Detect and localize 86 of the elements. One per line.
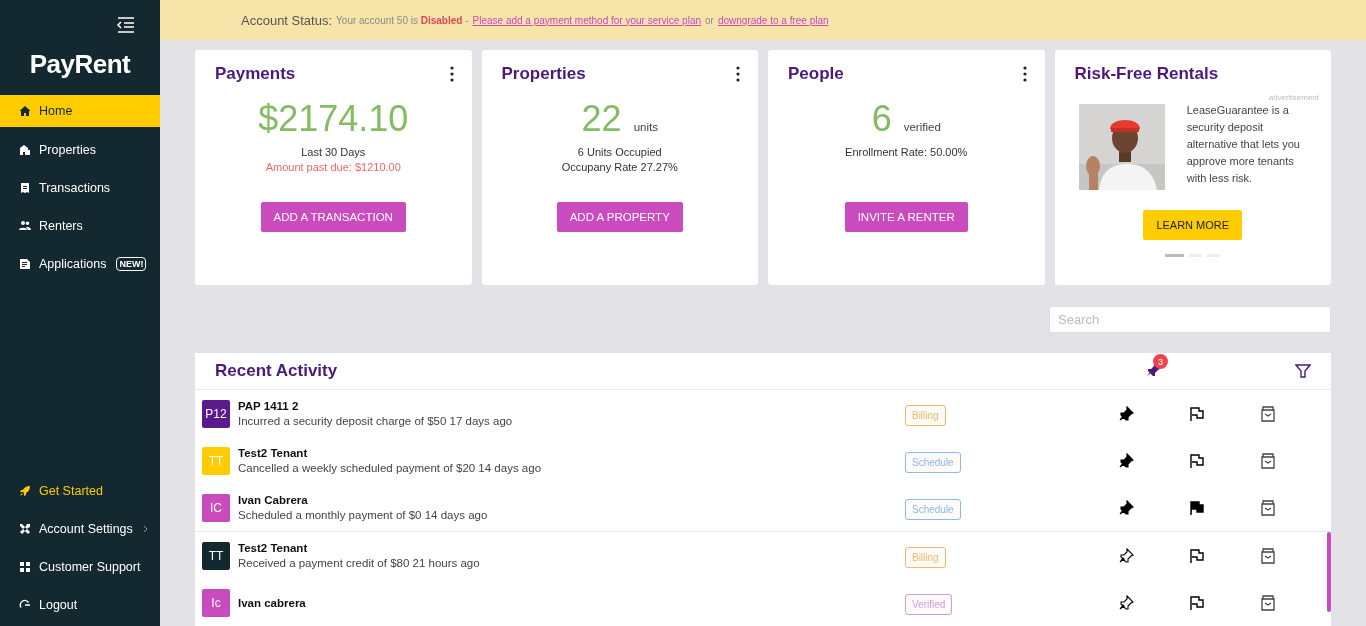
activity-description: Scheduled a monthly payment of $0 14 days ago [238,509,489,521]
nav-item[interactable]: Renters [0,207,160,245]
archive-icon[interactable] [1260,452,1276,469]
flag-icon[interactable] [1189,405,1205,422]
nav-item[interactable]: Logout [0,586,160,624]
activity-name[interactable]: PAP 1411 2 [238,400,905,412]
stat-detail: Enrollment Rate: 50.00% [845,146,968,158]
more-options-icon[interactable] [736,66,740,82]
rocket-icon [19,485,31,497]
flag-icon[interactable] [1189,499,1205,516]
category-tag: Schedule [904,498,961,520]
more-options-icon[interactable] [449,66,454,82]
status-label: Account Status: [241,12,333,28]
archive-icon[interactable] [1260,547,1276,564]
activity-description: Cancelled a weekly scheduled payment of $20 14 days ago [238,462,543,474]
status-text: or [705,14,714,26]
category-tag: Billing [904,404,946,426]
archive-icon[interactable] [1260,405,1276,422]
nav-item[interactable]: Get Started [0,472,160,510]
nav-item[interactable]: Transactions [0,169,160,207]
pin-icon[interactable] [1118,452,1134,469]
nav-item[interactable]: Home [0,95,160,127]
stat-value: 22 [581,98,622,140]
flag-icon[interactable] [1189,547,1205,564]
pin-icon[interactable] [1118,594,1134,611]
archive-icon[interactable] [1260,594,1276,611]
avatar: Ic [202,588,230,617]
stat-detail: Amount past due: $1210.00 [265,161,401,173]
scrollbar[interactable] [1327,532,1331,612]
menu-collapse-icon[interactable] [116,17,134,33]
receipt-icon [19,182,31,194]
avatar: IC [202,493,230,522]
card-title: Properties [501,64,586,84]
count-badge: 3 [1153,354,1168,369]
nav-item[interactable]: Applications NEW! [0,245,160,283]
avatar: TT [202,446,230,475]
ad-text: LeaseGuarantee is a security deposit alternative that lets you approve more tenants with less risk. [1186,103,1301,186]
filter-icon[interactable] [1295,363,1311,379]
activity-name[interactable]: Ivan cabrera [238,596,905,609]
status-text: Your account 50 is Disabled - [336,14,469,26]
panel-title: Recent Activity [215,361,339,381]
category-tag: Verified [904,593,953,615]
support-icon [19,561,31,573]
stat-detail: Occupany Rate 27.27% [561,161,678,173]
pin-icon[interactable] [1118,405,1134,422]
action-button[interactable]: ADD A PROPERTY [556,202,683,232]
activity-name[interactable]: Test2 Tenant [238,542,905,554]
flag-icon[interactable] [1189,452,1205,469]
card-title: Risk-Free Rentals [1074,64,1219,84]
card-title: People [788,64,844,84]
stat-unit: units [633,121,658,133]
home-icon [19,105,31,117]
stat-detail: 6 Units Occupied [577,146,662,158]
learn-more-button[interactable]: LEARN MORE [1143,210,1243,240]
advertisement-label: advertisement [1268,93,1319,102]
chevron-icon [142,525,149,533]
stat-value: 6 [871,98,892,140]
search-field[interactable]: Search [1049,306,1331,333]
activity-name[interactable]: Ivan Cabrera [238,494,905,506]
category-tag: Billing [904,546,946,568]
pin-icon[interactable] [1118,499,1134,516]
activity-description: Incurred a security deposit charge of $50 17 days ago [238,415,514,427]
document-icon [19,258,31,270]
pin-icon[interactable] [1118,547,1134,564]
flag-icon[interactable] [1189,594,1205,611]
more-options-icon[interactable] [1022,66,1027,82]
archive-icon[interactable] [1260,499,1276,516]
activity-description: Received a payment credit of $80 21 hours ago [238,557,481,569]
logo[interactable]: PayRent [29,49,131,95]
nav-item[interactable]: Properties [0,131,160,169]
avatar: TT [202,541,230,570]
action-button[interactable]: ADD A TRANSACTION [260,202,406,232]
category-tag: Schedule [904,451,961,473]
nav-item[interactable]: Customer Support [0,548,160,586]
logout-icon [19,599,31,611]
avatar: P12 [202,399,230,428]
activity-name[interactable]: Test2 Tenant [238,447,905,459]
stat-value: $2174.10 [258,98,409,140]
stat-unit: verified [903,121,941,133]
people-icon [19,220,31,232]
action-button[interactable]: INVITE A RENTER [844,202,968,232]
building-icon [19,144,31,156]
nav-item[interactable]: Account Settings [0,510,160,548]
card-title: Payments [215,64,296,84]
new-badge: NEW! [116,257,147,271]
stat-detail: Last 30 Days [301,146,366,158]
